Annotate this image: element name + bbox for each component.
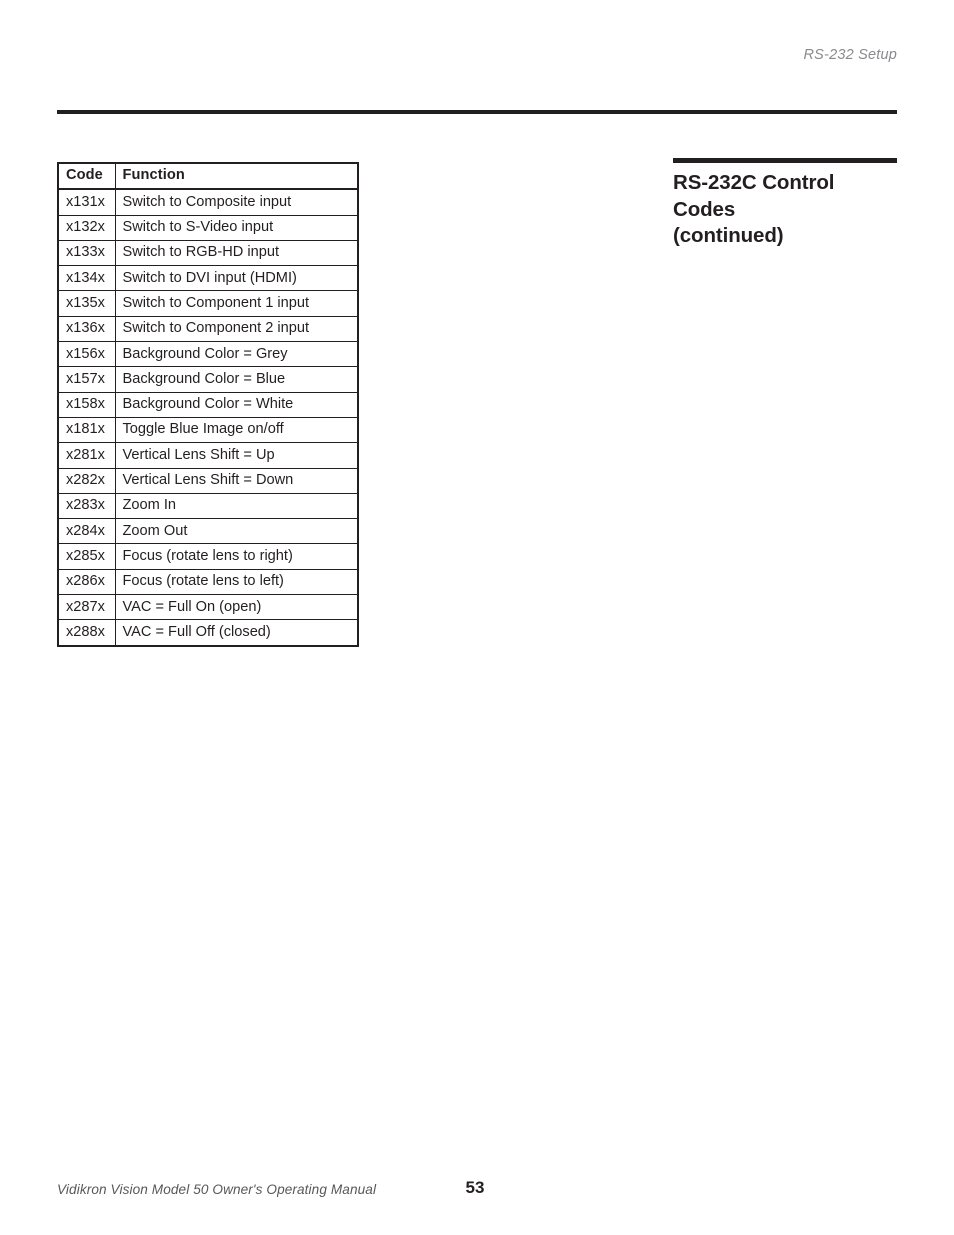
cell-function: Switch to DVI input (HDMI) — [114, 265, 359, 292]
cell-code: x283x — [57, 492, 116, 520]
table-row: x133x Switch to RGB-HD input — [57, 239, 359, 267]
cell-function: Zoom Out — [114, 518, 359, 545]
cell-code: x134x — [57, 265, 116, 292]
table-row: x135x Switch to Component 1 input — [57, 290, 359, 317]
table-row: x156x Background Color = Grey — [57, 341, 359, 368]
cell-code: x157x — [57, 366, 116, 393]
cell-function: Background Color = Blue — [114, 366, 359, 393]
cell-code: x131x — [57, 188, 116, 216]
section-heading: RS-232C Control Codes (continued) — [673, 158, 897, 250]
section-heading-line-3: (continued) — [673, 224, 784, 248]
table-header-row: Code Function — [57, 161, 359, 191]
table-row: x283x Zoom In — [57, 492, 359, 520]
footer-page-number: 53 — [465, 1178, 485, 1197]
table-row: x288x VAC = Full Off (closed) — [57, 619, 359, 647]
cell-function: Switch to Component 1 input — [114, 290, 359, 317]
cell-code: x288x — [57, 619, 116, 647]
header-divider-rule — [57, 110, 897, 114]
cell-code: x133x — [57, 239, 116, 267]
table-body: x131x Switch to Composite input x132x Switc… — [57, 188, 359, 647]
cell-code: x281x — [57, 442, 116, 469]
table-row: x281x Vertical Lens Shift = Up — [57, 442, 359, 469]
cell-function: Switch to Component 2 input — [114, 315, 359, 343]
table-row: x282x Vertical Lens Shift = Down — [57, 467, 359, 494]
section-heading-text: RS-232C Control Codes (continued) — [673, 170, 897, 250]
cell-function: Switch to Composite input — [114, 188, 359, 216]
cell-code: x282x — [57, 467, 116, 494]
cell-code: x285x — [57, 543, 116, 570]
cell-code: x286x — [57, 568, 116, 596]
column-header-function: Function — [114, 161, 359, 191]
cell-function: VAC = Full Off (closed) — [114, 619, 359, 647]
rs232-control-codes-table: Code Function x131x Switch to Composite i… — [57, 161, 359, 647]
cell-function: Background Color = Grey — [114, 341, 359, 368]
cell-function: Vertical Lens Shift = Up — [114, 442, 359, 469]
cell-function: Switch to S-Video input — [114, 214, 359, 241]
cell-code: x135x — [57, 290, 116, 317]
cell-function: VAC = Full On (open) — [114, 594, 359, 621]
cell-function: Background Color = White — [114, 391, 359, 418]
running-header: RS-232 Setup — [803, 47, 897, 63]
cell-function: Zoom In — [114, 492, 359, 520]
table-row: x285x Focus (rotate lens to right) — [57, 543, 359, 570]
section-heading-line-2: Codes — [673, 197, 736, 221]
cell-function: Vertical Lens Shift = Down — [114, 467, 359, 494]
table-row: x134x Switch to DVI input (HDMI) — [57, 265, 359, 292]
cell-code: x158x — [57, 391, 116, 418]
cell-function: Toggle Blue Image on/off — [114, 416, 359, 444]
cell-code: x181x — [57, 416, 116, 444]
cell-code: x132x — [57, 214, 116, 241]
cell-code: x287x — [57, 594, 116, 621]
table-row: x132x Switch to S-Video input — [57, 214, 359, 241]
footer-manual-title: Vidikron Vision Model 50 Owner's Operati… — [57, 1182, 377, 1197]
section-heading-line-1: RS-232C Control — [673, 171, 835, 194]
table-row: x181x Toggle Blue Image on/off — [57, 416, 359, 444]
cell-function: Switch to RGB-HD input — [114, 239, 359, 267]
section-heading-rule — [673, 158, 897, 163]
table-header: Code Function — [57, 161, 359, 191]
table-row: x286x Focus (rotate lens to left) — [57, 568, 359, 596]
column-header-code: Code — [57, 161, 116, 191]
cell-function: Focus (rotate lens to left) — [114, 568, 359, 596]
cell-code: x136x — [57, 315, 116, 343]
table-row: x284x Zoom Out — [57, 518, 359, 545]
cell-function: Focus (rotate lens to right) — [114, 543, 359, 570]
table-row: x287x VAC = Full On (open) — [57, 594, 359, 621]
table-row: x157x Background Color = Blue — [57, 366, 359, 393]
table-row: x158x Background Color = White — [57, 391, 359, 418]
table-row: x131x Switch to Composite input — [57, 188, 359, 216]
cell-code: x156x — [57, 341, 116, 368]
table-row: x136x Switch to Component 2 input — [57, 315, 359, 343]
cell-code: x284x — [57, 518, 116, 545]
